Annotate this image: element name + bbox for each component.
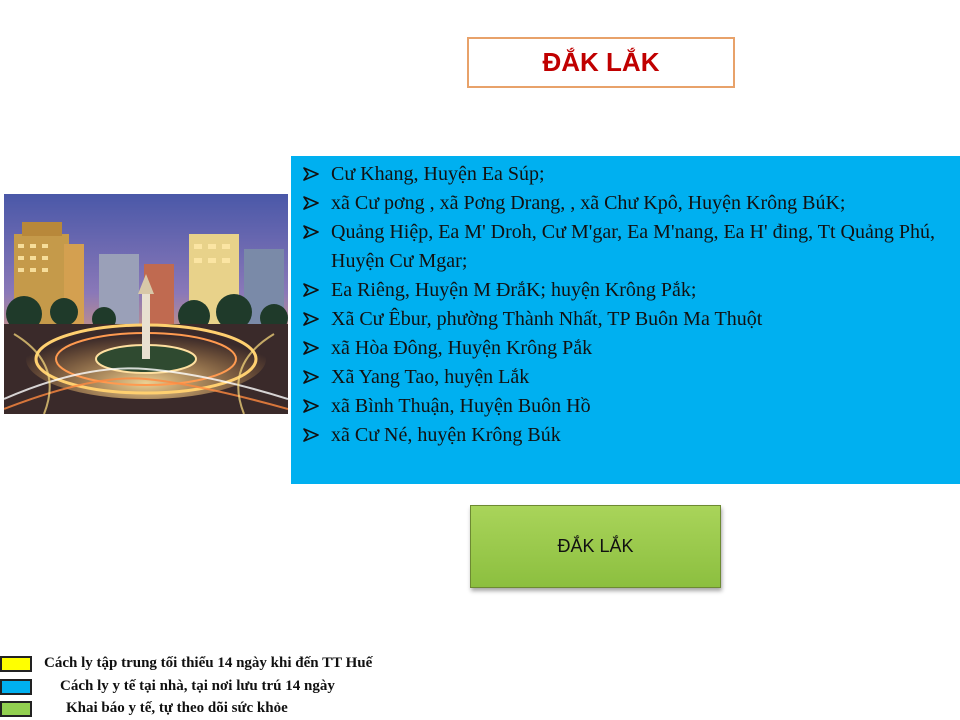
list-item: xã Cư pơng , xã Pơng Drang, , xã Chư Kpô…: [303, 189, 952, 218]
arrow-bullet-icon: [303, 189, 319, 210]
arrow-bullet-icon: [303, 334, 319, 355]
arrow-bullet-icon: [303, 421, 319, 442]
legend-swatch: [0, 701, 32, 717]
arrow-bullet-icon: [303, 363, 319, 384]
legend-label: Khai báo y tế, tự theo dõi sức khỏe: [66, 700, 288, 716]
arrow-bullet-icon: [303, 305, 319, 326]
list-item-text: xã Bình Thuận, Huyện Buôn Hồ: [331, 395, 591, 417]
city-roundabout-photo: [4, 194, 288, 414]
arrow-bullet-icon: [303, 392, 319, 413]
list-item-text: Cư Khang, Huyện Ea Súp;: [331, 163, 545, 185]
list-item-text: Xã Cư Êbur, phường Thành Nhất, TP Buôn M…: [331, 308, 763, 330]
arrow-bullet-icon: [303, 160, 319, 181]
arrow-bullet-icon: [303, 218, 319, 239]
list-item-text: xã Cư pơng , xã Pơng Drang, , xã Chư Kpô…: [331, 192, 846, 214]
arrow-bullet-icon: [303, 276, 319, 297]
list-item-text: Ea Riêng, Huyện M ĐrắK; huyện Krông Pắk;: [331, 279, 697, 301]
page-title: ĐẮK LẮK: [467, 37, 735, 88]
locality-list: Cư Khang, Huyện Ea Súp; xã Cư pơng , xã P…: [303, 160, 952, 450]
legend-swatch: [0, 656, 32, 672]
list-item: Xã Cư Êbur, phường Thành Nhất, TP Buôn M…: [303, 305, 952, 334]
list-item-text: Quảng Hiệp, Ea M' Droh, Cư M'gar, Ea M'n…: [331, 221, 935, 272]
list-item-text: xã Cư Né, huyện Krông Búk: [331, 424, 561, 446]
list-item-text: xã Hòa Đông, Huyện Krông Pắk: [331, 337, 593, 359]
legend-swatch: [0, 679, 32, 695]
list-item: Ea Riêng, Huyện M ĐrắK; huyện Krông Pắk;: [303, 276, 952, 305]
list-item: xã Bình Thuận, Huyện Buôn Hồ: [303, 392, 952, 421]
list-item: xã Hòa Đông, Huyện Krông Pắk: [303, 334, 952, 363]
legend: Cách ly tập trung tối thiểu 14 ngày khi …: [0, 650, 520, 720]
list-item: Cư Khang, Huyện Ea Súp;: [303, 160, 952, 189]
list-item: Xã Yang Tao, huyện Lắk: [303, 363, 952, 392]
list-item: Quảng Hiệp, Ea M' Droh, Cư M'gar, Ea M'n…: [303, 218, 952, 276]
legend-label: Cách ly tập trung tối thiểu 14 ngày khi …: [44, 655, 373, 671]
list-item-text: Xã Yang Tao, huyện Lắk: [331, 366, 530, 388]
dak-lak-button[interactable]: ĐẮK LẮK: [470, 505, 721, 588]
list-item: xã Cư Né, huyện Krông Búk: [303, 421, 952, 450]
legend-label: Cách ly y tế tại nhà, tại nơi lưu trú 14…: [60, 678, 335, 694]
locality-list-panel: Cư Khang, Huyện Ea Súp; xã Cư pơng , xã P…: [291, 156, 960, 484]
